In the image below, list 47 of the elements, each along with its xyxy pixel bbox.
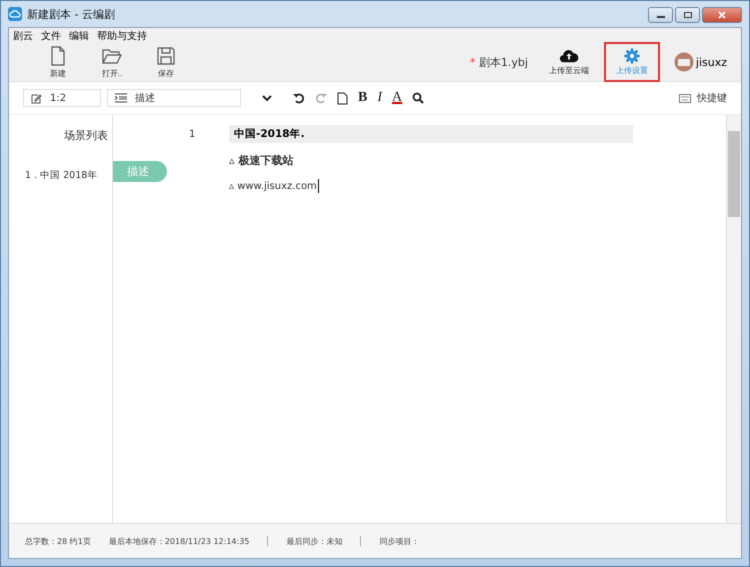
italic-button[interactable]: I [375,90,384,106]
script-line: ▵ 极速下载站 [229,152,294,168]
page-button[interactable] [335,90,350,106]
maximize-button[interactable] [675,7,700,23]
search-button[interactable] [410,90,426,106]
redo-icon [315,92,327,104]
close-icon [717,11,727,19]
status-text: 最后同步：未知 [286,536,342,546]
undo-icon [293,92,305,104]
toolbar-button[interactable]: 新建 [31,46,85,78]
scene-list-item[interactable]: 1 . 中国 2018年 [25,169,112,182]
status-text: 同步项目： [379,536,420,546]
script-line: ▵ www.jisuxz.com [229,180,317,192]
position-field[interactable]: 1:2 [23,89,101,107]
menu-item[interactable]: 剧云 [13,28,33,42]
keyboard-icon [679,94,691,102]
scene-list-title: 场景列表 [64,128,108,143]
toolbar-button[interactable]: 打开.. [85,46,139,78]
cloud-upload-icon [558,48,580,64]
scrollbar[interactable] [726,115,741,523]
close-button[interactable] [702,7,742,23]
status-text: 总字数：28 约1页 [25,536,91,546]
document-name: * 剧本1.ybj [470,54,528,70]
window-title: 新建剧本 - 云编剧 [27,6,115,22]
minimize-button[interactable] [648,7,673,23]
menu-item[interactable]: 帮助与支持 [97,28,147,42]
element-field[interactable]: 描述 [107,89,241,107]
bold-button[interactable]: B [356,90,370,106]
edit-icon [31,92,42,104]
settings-icon [622,48,642,64]
color-button[interactable]: A [390,90,404,106]
toolbar-button[interactable]: 保存 [139,46,193,78]
avatar-icon [674,52,694,72]
page-icon [337,92,348,104]
scene-number: 1 [189,128,196,140]
maximize-icon [682,11,692,19]
status-text: 最后本地保存：2018/11/23 12:14:35 [108,536,250,546]
indent-icon [115,93,127,103]
scene-heading: 中国-2018年. [229,125,633,143]
search-icon [412,92,424,104]
menu-item[interactable]: 编辑 [69,28,89,42]
cloud-icon [8,7,22,21]
upload-button[interactable]: 上传至云端 [542,42,596,82]
shortcuts-link[interactable]: 快捷键 [697,91,727,105]
menu-item[interactable]: 文件 [41,28,61,42]
user-name[interactable]: jisuxz [696,56,727,68]
chevron-down-icon[interactable] [261,93,273,103]
